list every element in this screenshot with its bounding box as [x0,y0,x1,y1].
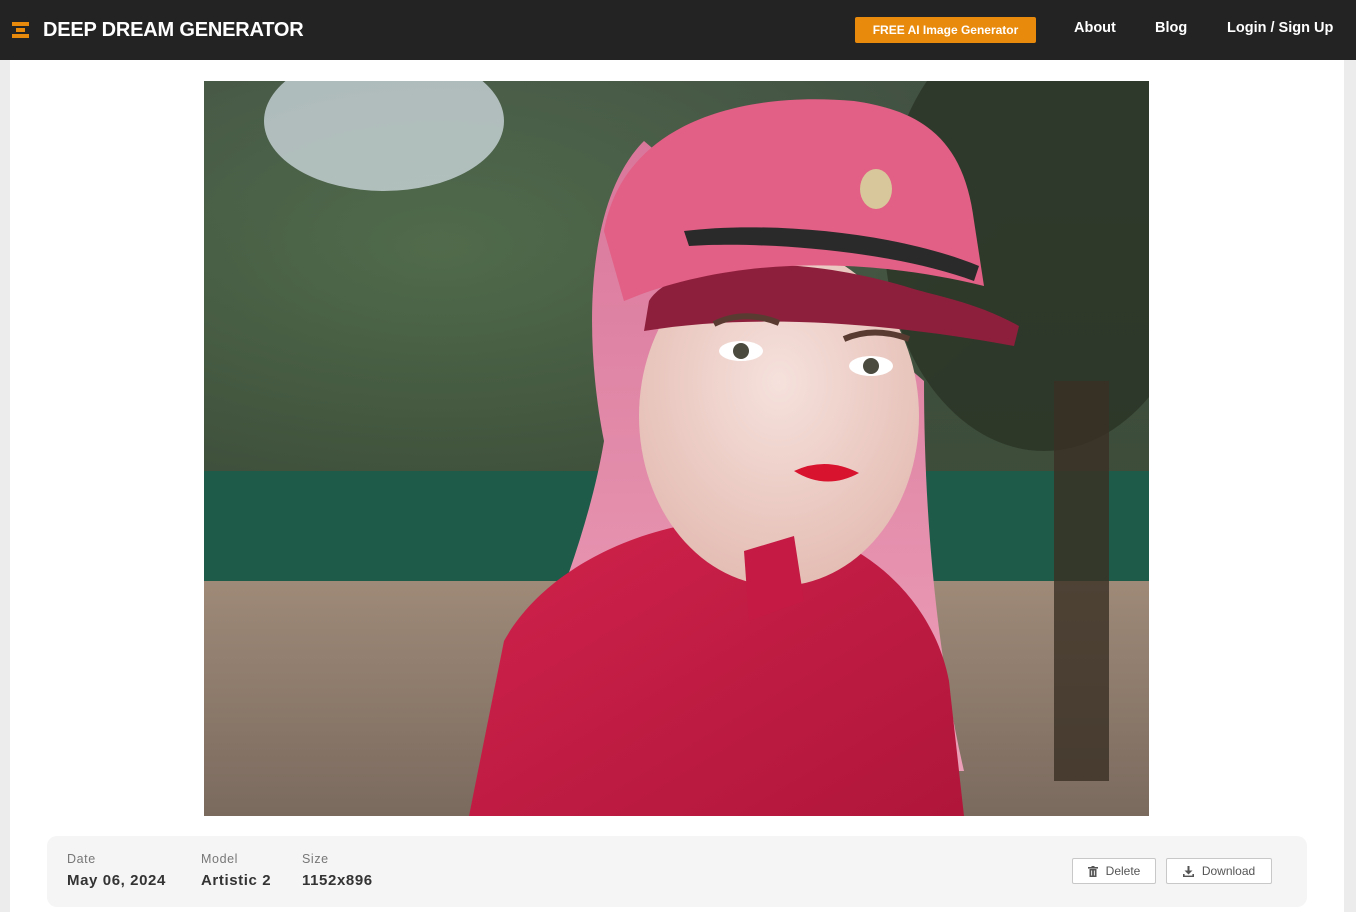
image-details-bar: Date May 06, 2024 Model Artistic 2 Size … [47,836,1307,907]
generated-image[interactable] [204,81,1149,816]
date-meta: Date May 06, 2024 [67,852,166,889]
brand-link[interactable]: DEEP DREAM GENERATOR [12,18,304,42]
delete-label: Delete [1105,864,1141,878]
nav-about[interactable]: About [1074,20,1116,36]
logo-icon [12,21,29,39]
date-label: Date [67,852,96,866]
download-icon [1182,865,1194,877]
model-label: Model [201,852,239,866]
model-meta: Model Artistic 2 [201,852,271,889]
size-value: 1152x896 [302,872,373,889]
nav-blog[interactable]: Blog [1155,20,1187,36]
delete-button[interactable]: Delete [1072,858,1156,884]
size-label: Size [302,852,329,866]
date-value: May 06, 2024 [67,872,166,889]
generated-image-illustration [204,81,1149,816]
nav-login-signup[interactable]: Login / Sign Up [1227,20,1333,36]
download-label: Download [1201,864,1256,878]
download-button[interactable]: Download [1166,858,1272,884]
trash-icon [1087,865,1098,877]
top-navbar: DEEP DREAM GENERATOR FREE AI Image Gener… [0,0,1356,60]
size-meta: Size 1152x896 [302,852,373,889]
brand-name: DEEP DREAM GENERATOR [43,18,304,41]
free-ai-generator-button[interactable]: FREE AI Image Generator [855,17,1036,43]
model-value: Artistic 2 [201,872,272,889]
